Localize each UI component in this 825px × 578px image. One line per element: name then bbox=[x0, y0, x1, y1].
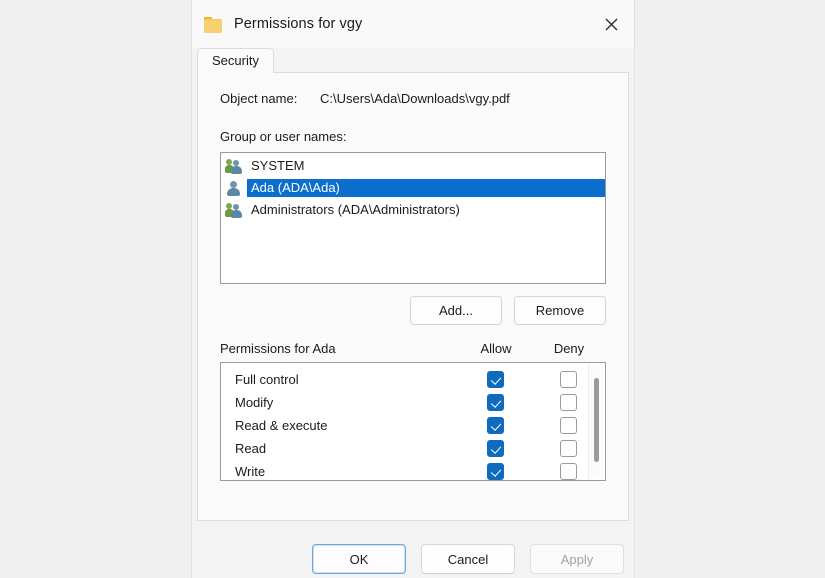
list-item[interactable]: Ada (ADA\Ada) bbox=[221, 177, 605, 199]
permission-label: Modify bbox=[221, 395, 459, 410]
folder-icon bbox=[204, 17, 222, 32]
add-button[interactable]: Add... bbox=[410, 296, 502, 325]
deny-checkbox[interactable] bbox=[560, 371, 577, 388]
column-header-deny: Deny bbox=[532, 341, 606, 356]
permission-label: Read bbox=[221, 441, 459, 456]
table-row[interactable]: Write bbox=[221, 460, 605, 481]
allow-checkbox[interactable] bbox=[487, 417, 504, 434]
table-row[interactable]: Modify bbox=[221, 391, 605, 414]
table-row[interactable]: Full control bbox=[221, 368, 605, 391]
group-users-icon bbox=[225, 202, 243, 218]
permissions-dialog: Permissions for vgy Security Object name… bbox=[192, 0, 634, 578]
dialog-footer: OK Cancel Apply bbox=[192, 521, 634, 578]
table-row[interactable]: Read & execute bbox=[221, 414, 605, 437]
object-name-row: Object name: C:\Users\Ada\Downloads\vgy.… bbox=[220, 91, 606, 106]
allow-checkbox[interactable] bbox=[487, 440, 504, 457]
table-row[interactable]: Read bbox=[221, 437, 605, 460]
deny-checkbox[interactable] bbox=[560, 417, 577, 434]
window-title: Permissions for vgy bbox=[234, 16, 362, 32]
deny-checkbox[interactable] bbox=[560, 463, 577, 480]
close-icon[interactable] bbox=[588, 0, 634, 48]
allow-checkbox[interactable] bbox=[487, 371, 504, 388]
allow-checkbox[interactable] bbox=[487, 394, 504, 411]
tab-security[interactable]: Security bbox=[197, 48, 274, 73]
permissions-list[interactable]: Full control Modify Read & execute Read bbox=[220, 362, 606, 481]
permissions-header: Permissions for Ada Allow Deny bbox=[220, 341, 606, 356]
group-or-user-names-label: Group or user names: bbox=[220, 129, 606, 144]
cancel-button[interactable]: Cancel bbox=[421, 544, 515, 574]
permission-label: Read & execute bbox=[221, 418, 459, 433]
apply-button: Apply bbox=[530, 544, 624, 574]
permission-label: Write bbox=[221, 464, 459, 479]
scrollbar-thumb[interactable] bbox=[594, 378, 599, 462]
object-name-label: Object name: bbox=[220, 91, 320, 106]
permission-label: Full control bbox=[221, 372, 459, 387]
column-header-allow: Allow bbox=[460, 341, 532, 356]
title-bar: Permissions for vgy bbox=[192, 0, 634, 48]
group-users-icon bbox=[225, 158, 243, 174]
list-item-label: SYSTEM bbox=[247, 157, 308, 175]
list-item-label: Ada (ADA\Ada) bbox=[247, 179, 605, 197]
list-item-label: Administrators (ADA\Administrators) bbox=[247, 201, 464, 219]
scrollbar[interactable] bbox=[588, 364, 604, 479]
ok-button[interactable]: OK bbox=[312, 544, 406, 574]
list-item[interactable]: SYSTEM bbox=[221, 155, 605, 177]
remove-button[interactable]: Remove bbox=[514, 296, 606, 325]
security-tab-panel: Object name: C:\Users\Ada\Downloads\vgy.… bbox=[197, 72, 629, 521]
group-user-list[interactable]: SYSTEM Ada (ADA\Ada) Administrators (ADA… bbox=[220, 152, 606, 284]
permissions-title: Permissions for Ada bbox=[220, 341, 460, 356]
single-user-icon bbox=[225, 180, 243, 196]
object-name-value: C:\Users\Ada\Downloads\vgy.pdf bbox=[320, 91, 510, 106]
deny-checkbox[interactable] bbox=[560, 394, 577, 411]
list-item[interactable]: Administrators (ADA\Administrators) bbox=[221, 199, 605, 221]
allow-checkbox[interactable] bbox=[487, 463, 504, 480]
list-actions: Add... Remove bbox=[220, 296, 606, 325]
tab-strip: Security bbox=[192, 48, 634, 72]
deny-checkbox[interactable] bbox=[560, 440, 577, 457]
